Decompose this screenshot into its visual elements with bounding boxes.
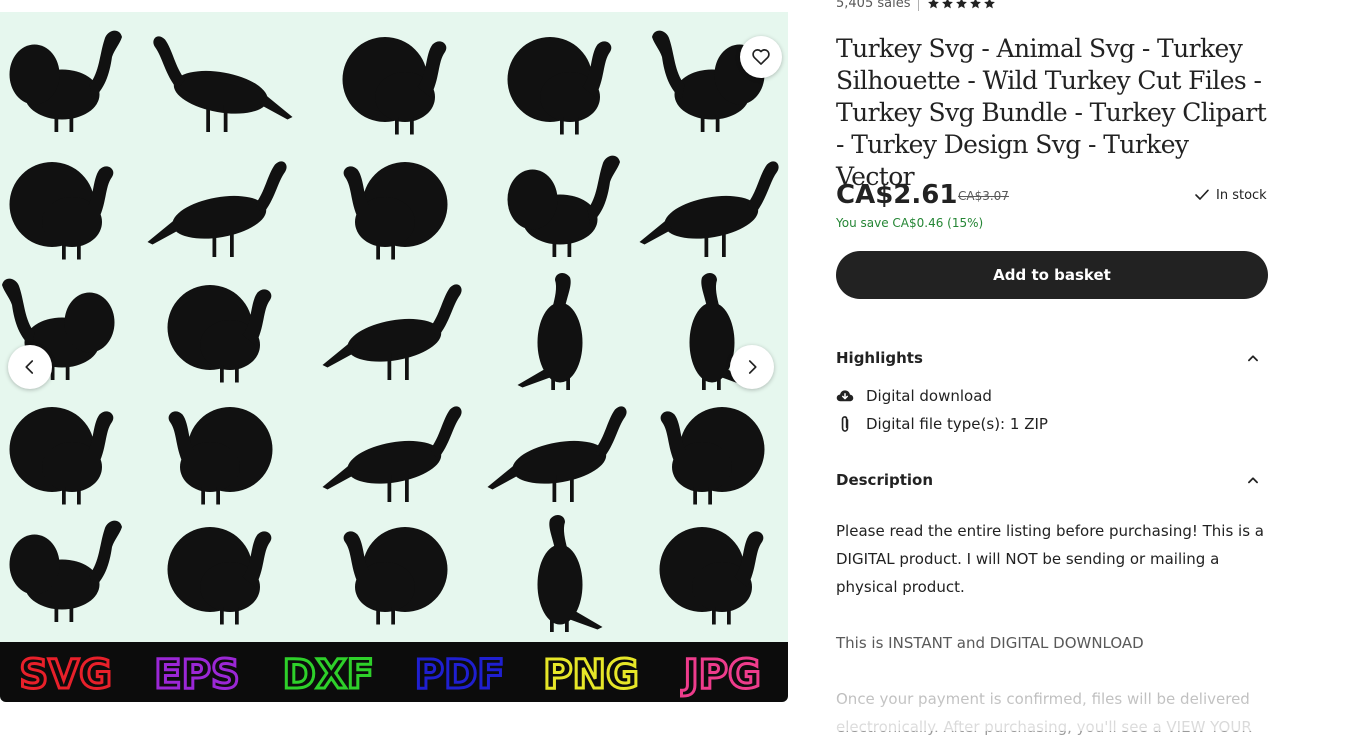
star-icon — [984, 0, 996, 9]
highlights-heading: Highlights — [836, 349, 923, 367]
star-icon — [942, 0, 954, 9]
description-paragraph: This is INSTANT and DIGITAL DOWNLOAD — [836, 634, 1144, 652]
sales-rating-row: 5,405 sales — [836, 0, 996, 11]
star-icon — [928, 0, 940, 9]
checkmark-icon — [1195, 189, 1209, 200]
chevron-up-icon — [1248, 477, 1258, 484]
cloud-download-icon — [836, 388, 854, 404]
star-icon — [956, 0, 968, 9]
current-price: CA$2.61 — [836, 180, 958, 210]
highlight-text: Digital download — [866, 387, 992, 405]
format-label: PDF — [415, 652, 505, 698]
add-to-basket-button[interactable]: Add to basket — [836, 251, 1268, 299]
highlight-item-file-type: Digital file type(s): 1 ZIP — [836, 415, 1048, 433]
divider — [918, 0, 920, 11]
star-icon — [970, 0, 982, 9]
description-toggle[interactable]: Description — [836, 471, 1268, 489]
favorite-button[interactable] — [740, 36, 782, 78]
heart-icon — [752, 49, 770, 65]
stock-status: In stock — [1194, 187, 1267, 203]
format-label: DXF — [283, 652, 374, 698]
highlight-item-digital-download: Digital download — [836, 387, 992, 405]
paperclip-icon — [836, 415, 854, 433]
listing-image: SVG EPS DXF PDF PNG JPG — [0, 12, 788, 702]
stock-label: In stock — [1216, 187, 1267, 203]
format-label: EPS — [154, 652, 239, 698]
chevron-right-icon — [748, 360, 757, 374]
format-label: SVG — [19, 652, 112, 698]
description-heading: Description — [836, 471, 934, 489]
savings-text: You save CA$0.46 (15%) — [836, 216, 984, 230]
description-paragraph: Once your payment is confirmed, files wi… — [836, 690, 1252, 736]
chevron-left-icon — [25, 360, 34, 374]
previous-image-button[interactable] — [8, 345, 52, 389]
format-label: PNG — [543, 652, 639, 698]
chevron-up-icon — [1248, 355, 1258, 362]
star-rating[interactable] — [927, 0, 996, 10]
description-paragraph: Please read the entire listing before pu… — [836, 522, 1264, 596]
next-image-button[interactable] — [730, 345, 774, 389]
sales-count: 5,405 sales — [836, 0, 911, 11]
original-price: CA$3.07 — [958, 189, 1009, 203]
highlight-text: Digital file type(s): 1 ZIP — [866, 415, 1048, 433]
listing-title: Turkey Svg - Animal Svg - Turkey Silhoue… — [836, 34, 1267, 191]
listing-image-gallery[interactable]: SVG EPS DXF PDF PNG JPG — [0, 12, 788, 702]
format-label: JPG — [681, 652, 761, 698]
highlights-toggle[interactable]: Highlights — [836, 349, 1268, 367]
